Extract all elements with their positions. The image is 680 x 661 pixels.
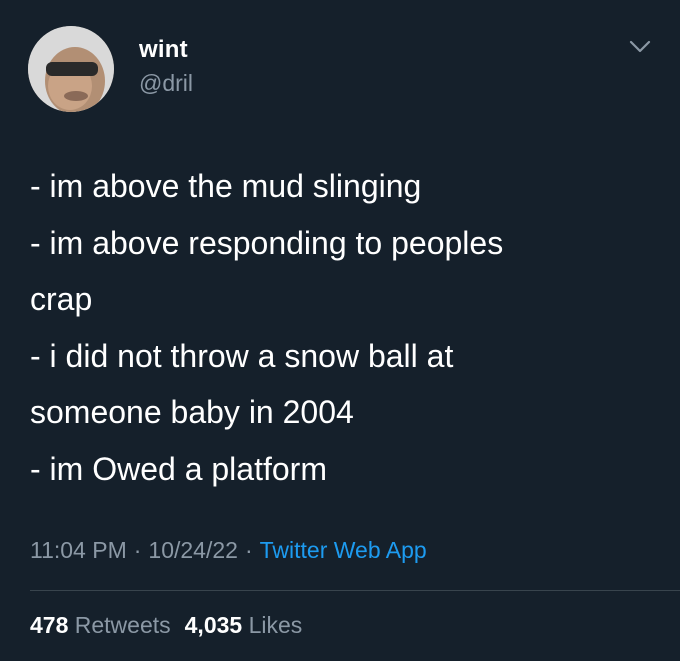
tweet-text-line: crap <box>30 281 93 318</box>
likes-label: Likes <box>248 612 303 638</box>
tweet-text-line: - im above the mud slinging <box>30 168 422 204</box>
avatar-image <box>28 26 114 112</box>
likes-stat[interactable]: 4,035 Likes <box>185 612 303 638</box>
tweet-stats: 478 Retweets 4,035 Likes <box>30 612 302 639</box>
tweet-source-link[interactable]: Twitter Web App <box>260 537 427 563</box>
retweets-count: 478 <box>30 612 69 638</box>
tweet-text-line: - im above responding to peoples <box>30 224 504 261</box>
author-handle[interactable]: @dril <box>139 70 193 97</box>
meta-separator: · <box>133 537 142 563</box>
tweet-text-line: - i did not throw a snow ball at <box>30 337 454 374</box>
tweet-text-line: - im Owed a platform <box>30 450 327 487</box>
divider <box>30 590 680 591</box>
tweet-text: - im above the mud slinging - im above r… <box>30 158 650 498</box>
tweet: wint @dril - im above the mud slinging -… <box>0 0 680 661</box>
meta-separator: · <box>244 537 253 563</box>
retweets-label: Retweets <box>74 612 171 638</box>
tweet-time[interactable]: 11:04 PM <box>30 537 127 563</box>
avatar[interactable] <box>28 26 114 112</box>
tweet-date[interactable]: 10/24/22 <box>148 537 238 563</box>
chevron-down-icon[interactable] <box>626 36 654 60</box>
likes-count: 4,035 <box>184 612 243 638</box>
author-display-name[interactable]: wint <box>139 36 188 64</box>
tweet-text-line: someone baby in 2004 <box>30 394 354 431</box>
retweets-stat[interactable]: 478 Retweets <box>30 612 171 638</box>
tweet-meta: 11:04 PM · 10/24/22 · Twitter Web App <box>30 537 427 564</box>
